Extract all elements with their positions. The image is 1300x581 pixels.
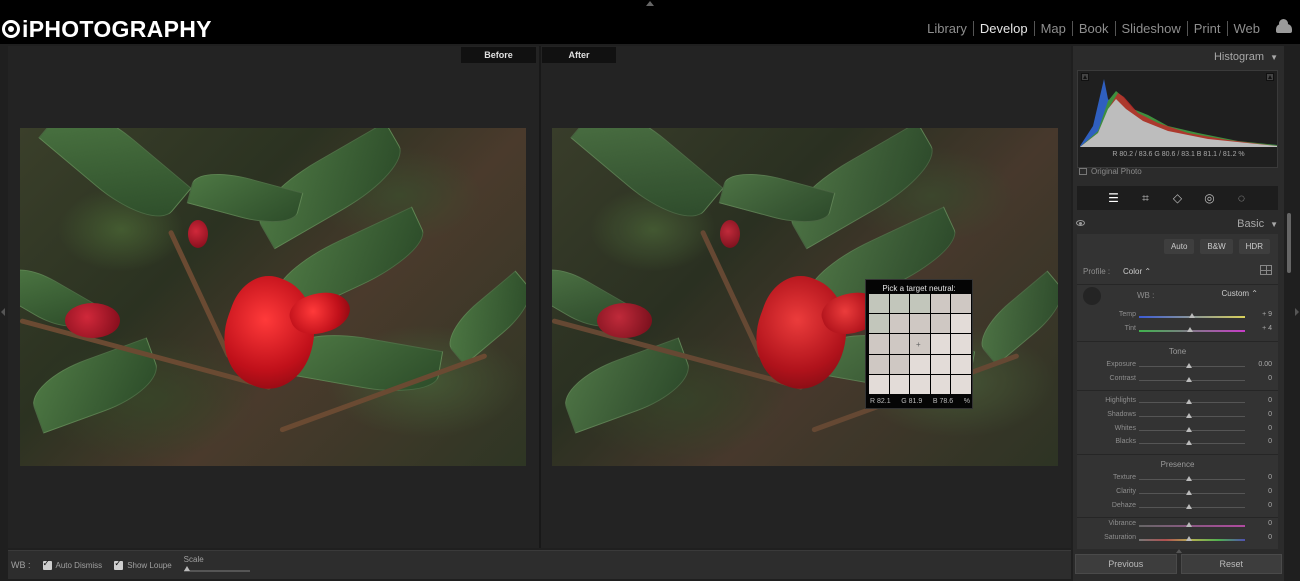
wb-select[interactable]: Custom ⌃ xyxy=(1222,289,1259,298)
picker-g: G 81.9 xyxy=(901,398,923,405)
tint-slider[interactable]: Tint + 4 xyxy=(1077,324,1278,336)
original-photo-toggle[interactable]: Original Photo xyxy=(1079,167,1142,176)
exposure-slider[interactable]: Exposure 0.00 xyxy=(1077,360,1278,372)
collapse-icon: ▼ xyxy=(1270,53,1278,62)
module-web[interactable]: Web xyxy=(1228,21,1267,36)
module-develop[interactable]: Develop xyxy=(974,21,1034,36)
top-panel-toggle-icon[interactable] xyxy=(646,1,654,6)
right-panel-scrollbar[interactable] xyxy=(1287,213,1291,273)
whites-slider[interactable]: Whites 0 xyxy=(1077,424,1278,436)
histogram-readout: R 80.2 / 83.6 G 80.6 / 83.1 B 81.1 / 81.… xyxy=(1112,151,1245,158)
top-bar: iPHOTOGRAPHY Library Develop Map Book Sl… xyxy=(0,0,1300,44)
bw-button[interactable]: B&W xyxy=(1200,239,1233,254)
saturation-slider[interactable]: Saturation 0 xyxy=(1077,533,1278,545)
cloud-icon[interactable] xyxy=(1276,19,1292,33)
pane-divider xyxy=(539,46,541,548)
crop-icon[interactable]: ⌗ xyxy=(1139,191,1153,205)
divider xyxy=(1077,454,1278,455)
basic-title: Basic xyxy=(1237,218,1265,230)
vibrance-slider[interactable]: Vibrance 0 xyxy=(1077,519,1278,531)
module-library[interactable]: Library xyxy=(921,21,973,36)
before-after-view: Before After Pick a target neutral: + R … xyxy=(8,46,1071,548)
histogram-header[interactable]: Histogram ▼ xyxy=(1214,51,1278,63)
logo-icon xyxy=(2,20,20,38)
wb-toolbar: WB : Auto Dismiss Show Loupe Scale xyxy=(8,550,1071,579)
module-book[interactable]: Book xyxy=(1073,21,1115,36)
tone-title: Tone xyxy=(1168,347,1187,356)
original-photo-checkbox[interactable] xyxy=(1079,168,1087,175)
edit-sliders-icon[interactable]: ☰ xyxy=(1107,191,1121,205)
auto-button[interactable]: Auto xyxy=(1163,239,1195,254)
texture-slider[interactable]: Texture 0 xyxy=(1077,473,1278,485)
shadows-slider[interactable]: Shadows 0 xyxy=(1077,410,1278,422)
red-eye-icon[interactable]: ◎ xyxy=(1203,191,1217,205)
hdr-button[interactable]: HDR xyxy=(1238,239,1270,254)
logo: iPHOTOGRAPHY xyxy=(2,16,212,42)
module-map[interactable]: Map xyxy=(1035,21,1072,36)
logo-text: iPHOTOGRAPHY xyxy=(22,15,212,42)
right-panel: Histogram ▼ R 80.2 / 83.6 G 80.6 / 83.1 B… xyxy=(1073,46,1284,581)
presence-title: Presence xyxy=(1160,460,1195,469)
before-label: Before xyxy=(461,47,536,63)
wb-selector-icon[interactable] xyxy=(1083,287,1101,305)
dehaze-slider[interactable]: Dehaze 0 xyxy=(1077,501,1278,513)
divider xyxy=(1077,341,1278,342)
divider xyxy=(1077,284,1278,285)
tool-strip: ☰ ⌗ ◇ ◎ ◌ xyxy=(1077,186,1278,210)
picker-unit: % xyxy=(963,398,970,405)
histogram: R 80.2 / 83.6 G 80.6 / 83.1 B 81.1 / 81.… xyxy=(1077,70,1278,168)
show-loupe-label: Show Loupe xyxy=(127,560,172,570)
auto-dismiss-label: Auto Dismiss xyxy=(55,560,103,570)
neutral-picker-loupe: Pick a target neutral: + R 82.1 G 81.9 B… xyxy=(865,279,973,409)
before-photo[interactable] xyxy=(20,128,526,466)
divider xyxy=(1077,517,1278,518)
module-picker: Library Develop Map Book Slideshow Print… xyxy=(921,21,1266,36)
left-panel-toggle-icon[interactable] xyxy=(1,308,5,316)
original-photo-label: Original Photo xyxy=(1091,167,1142,176)
after-label: After xyxy=(542,47,616,63)
picker-r: R 82.1 xyxy=(870,398,891,405)
scale-thumb[interactable] xyxy=(183,566,190,571)
clarity-slider[interactable]: Clarity 0 xyxy=(1077,487,1278,499)
temp-slider[interactable]: Temp + 9 xyxy=(1077,310,1278,322)
crosshair-icon: + xyxy=(916,340,921,349)
profile-select[interactable]: Color ⌃ xyxy=(1123,267,1151,276)
eye-icon[interactable] xyxy=(1076,220,1085,226)
contrast-slider[interactable]: Contrast 0 xyxy=(1077,374,1278,386)
divider xyxy=(1077,390,1278,391)
blacks-slider[interactable]: Blacks 0 xyxy=(1077,437,1278,449)
picker-title: Pick a target neutral: xyxy=(882,284,956,293)
picker-b: B 78.6 xyxy=(932,398,954,405)
collapse-icon: ▼ xyxy=(1270,220,1278,229)
basic-header[interactable]: Basic ▼ xyxy=(1073,215,1284,233)
basic-panel: Auto B&W HDR Profile : Color ⌃ WB : Cust… xyxy=(1077,234,1278,549)
after-photo[interactable] xyxy=(552,128,1058,466)
right-panel-toggle-icon[interactable] xyxy=(1295,308,1299,316)
histogram-graph xyxy=(1080,79,1277,147)
module-slideshow[interactable]: Slideshow xyxy=(1116,21,1187,36)
treatment-buttons: Auto B&W HDR xyxy=(1163,239,1270,254)
reset-button[interactable]: Reset xyxy=(1180,554,1282,574)
wb-toolbar-label: WB : xyxy=(11,560,31,570)
previous-button[interactable]: Previous xyxy=(1075,554,1177,574)
footer-buttons: Previous Reset xyxy=(1075,554,1282,574)
masking-icon[interactable]: ◌ xyxy=(1235,191,1249,205)
bottom-panel-toggle-icon[interactable] xyxy=(1176,549,1182,553)
scale-slider[interactable]: Scale xyxy=(183,554,250,576)
wb-label: WB : xyxy=(1137,291,1155,300)
module-print[interactable]: Print xyxy=(1188,21,1227,36)
highlights-slider[interactable]: Highlights 0 xyxy=(1077,396,1278,408)
scale-label: Scale xyxy=(183,555,204,564)
show-loupe-checkbox[interactable] xyxy=(114,558,124,570)
scale-track xyxy=(183,570,250,572)
picker-readout: R 82.1 G 81.9 B 78.6 % xyxy=(870,398,970,405)
healing-icon[interactable]: ◇ xyxy=(1171,191,1185,205)
auto-dismiss-checkbox[interactable] xyxy=(42,558,52,570)
profile-browser-icon[interactable] xyxy=(1260,265,1272,275)
profile-label: Profile : xyxy=(1083,267,1111,276)
histogram-title: Histogram xyxy=(1213,51,1265,63)
